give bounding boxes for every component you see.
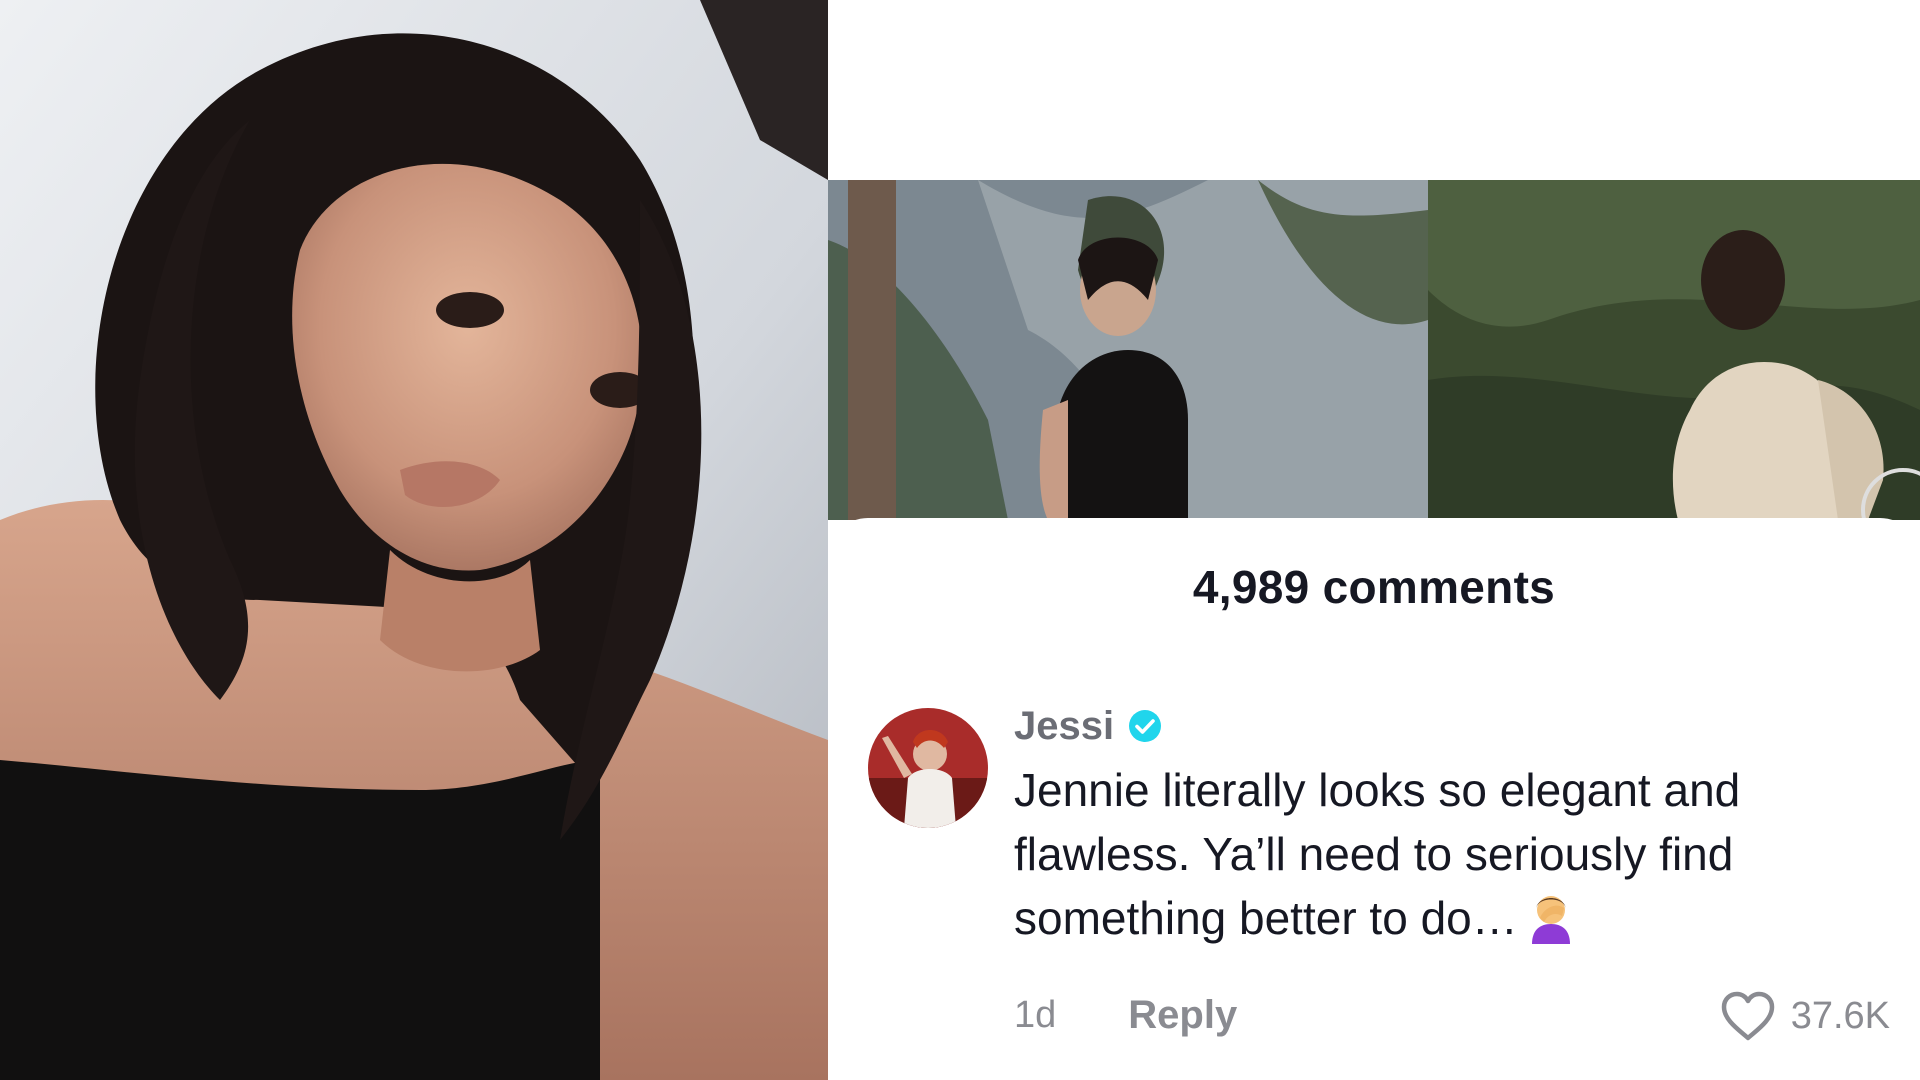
- comment-count: 4,989 comments: [1192, 561, 1556, 613]
- video-frame-left: [828, 180, 1428, 520]
- video-frame-right: [1428, 180, 1920, 520]
- comment-text: Jennie literally looks so elegant and fl…: [1014, 758, 1894, 950]
- comment-username[interactable]: Jessi: [1014, 704, 1114, 749]
- comments-sheet: 4,989 comments Jessi Jennie literally lo…: [828, 518, 1920, 1080]
- reply-button[interactable]: Reply: [1128, 993, 1237, 1038]
- heart-icon: [1719, 990, 1777, 1042]
- screenshot-root: 4,989 comments Jessi Jennie literally lo…: [0, 0, 1920, 1080]
- video-thumbnail[interactable]: [828, 180, 1920, 520]
- person-facepalming-icon: [1526, 888, 1576, 944]
- tiktok-comments-panel: 4,989 comments Jessi Jennie literally lo…: [828, 0, 1920, 1080]
- comment-timestamp: 1d: [1014, 993, 1057, 1036]
- comment-username-row: Jessi: [1014, 702, 1162, 750]
- like-button[interactable]: 37.6K: [1719, 986, 1890, 1046]
- comment-text-body: Jennie literally looks so elegant and fl…: [1014, 764, 1741, 944]
- avatar[interactable]: [868, 708, 988, 828]
- comment-meta: 1d Reply: [1014, 990, 1237, 1040]
- like-count: 37.6K: [1790, 994, 1890, 1037]
- comment-item: Jessi Jennie literally looks so elegant …: [828, 704, 1920, 1048]
- verified-badge-icon: [1128, 709, 1162, 743]
- selfie-photo: [0, 0, 828, 1080]
